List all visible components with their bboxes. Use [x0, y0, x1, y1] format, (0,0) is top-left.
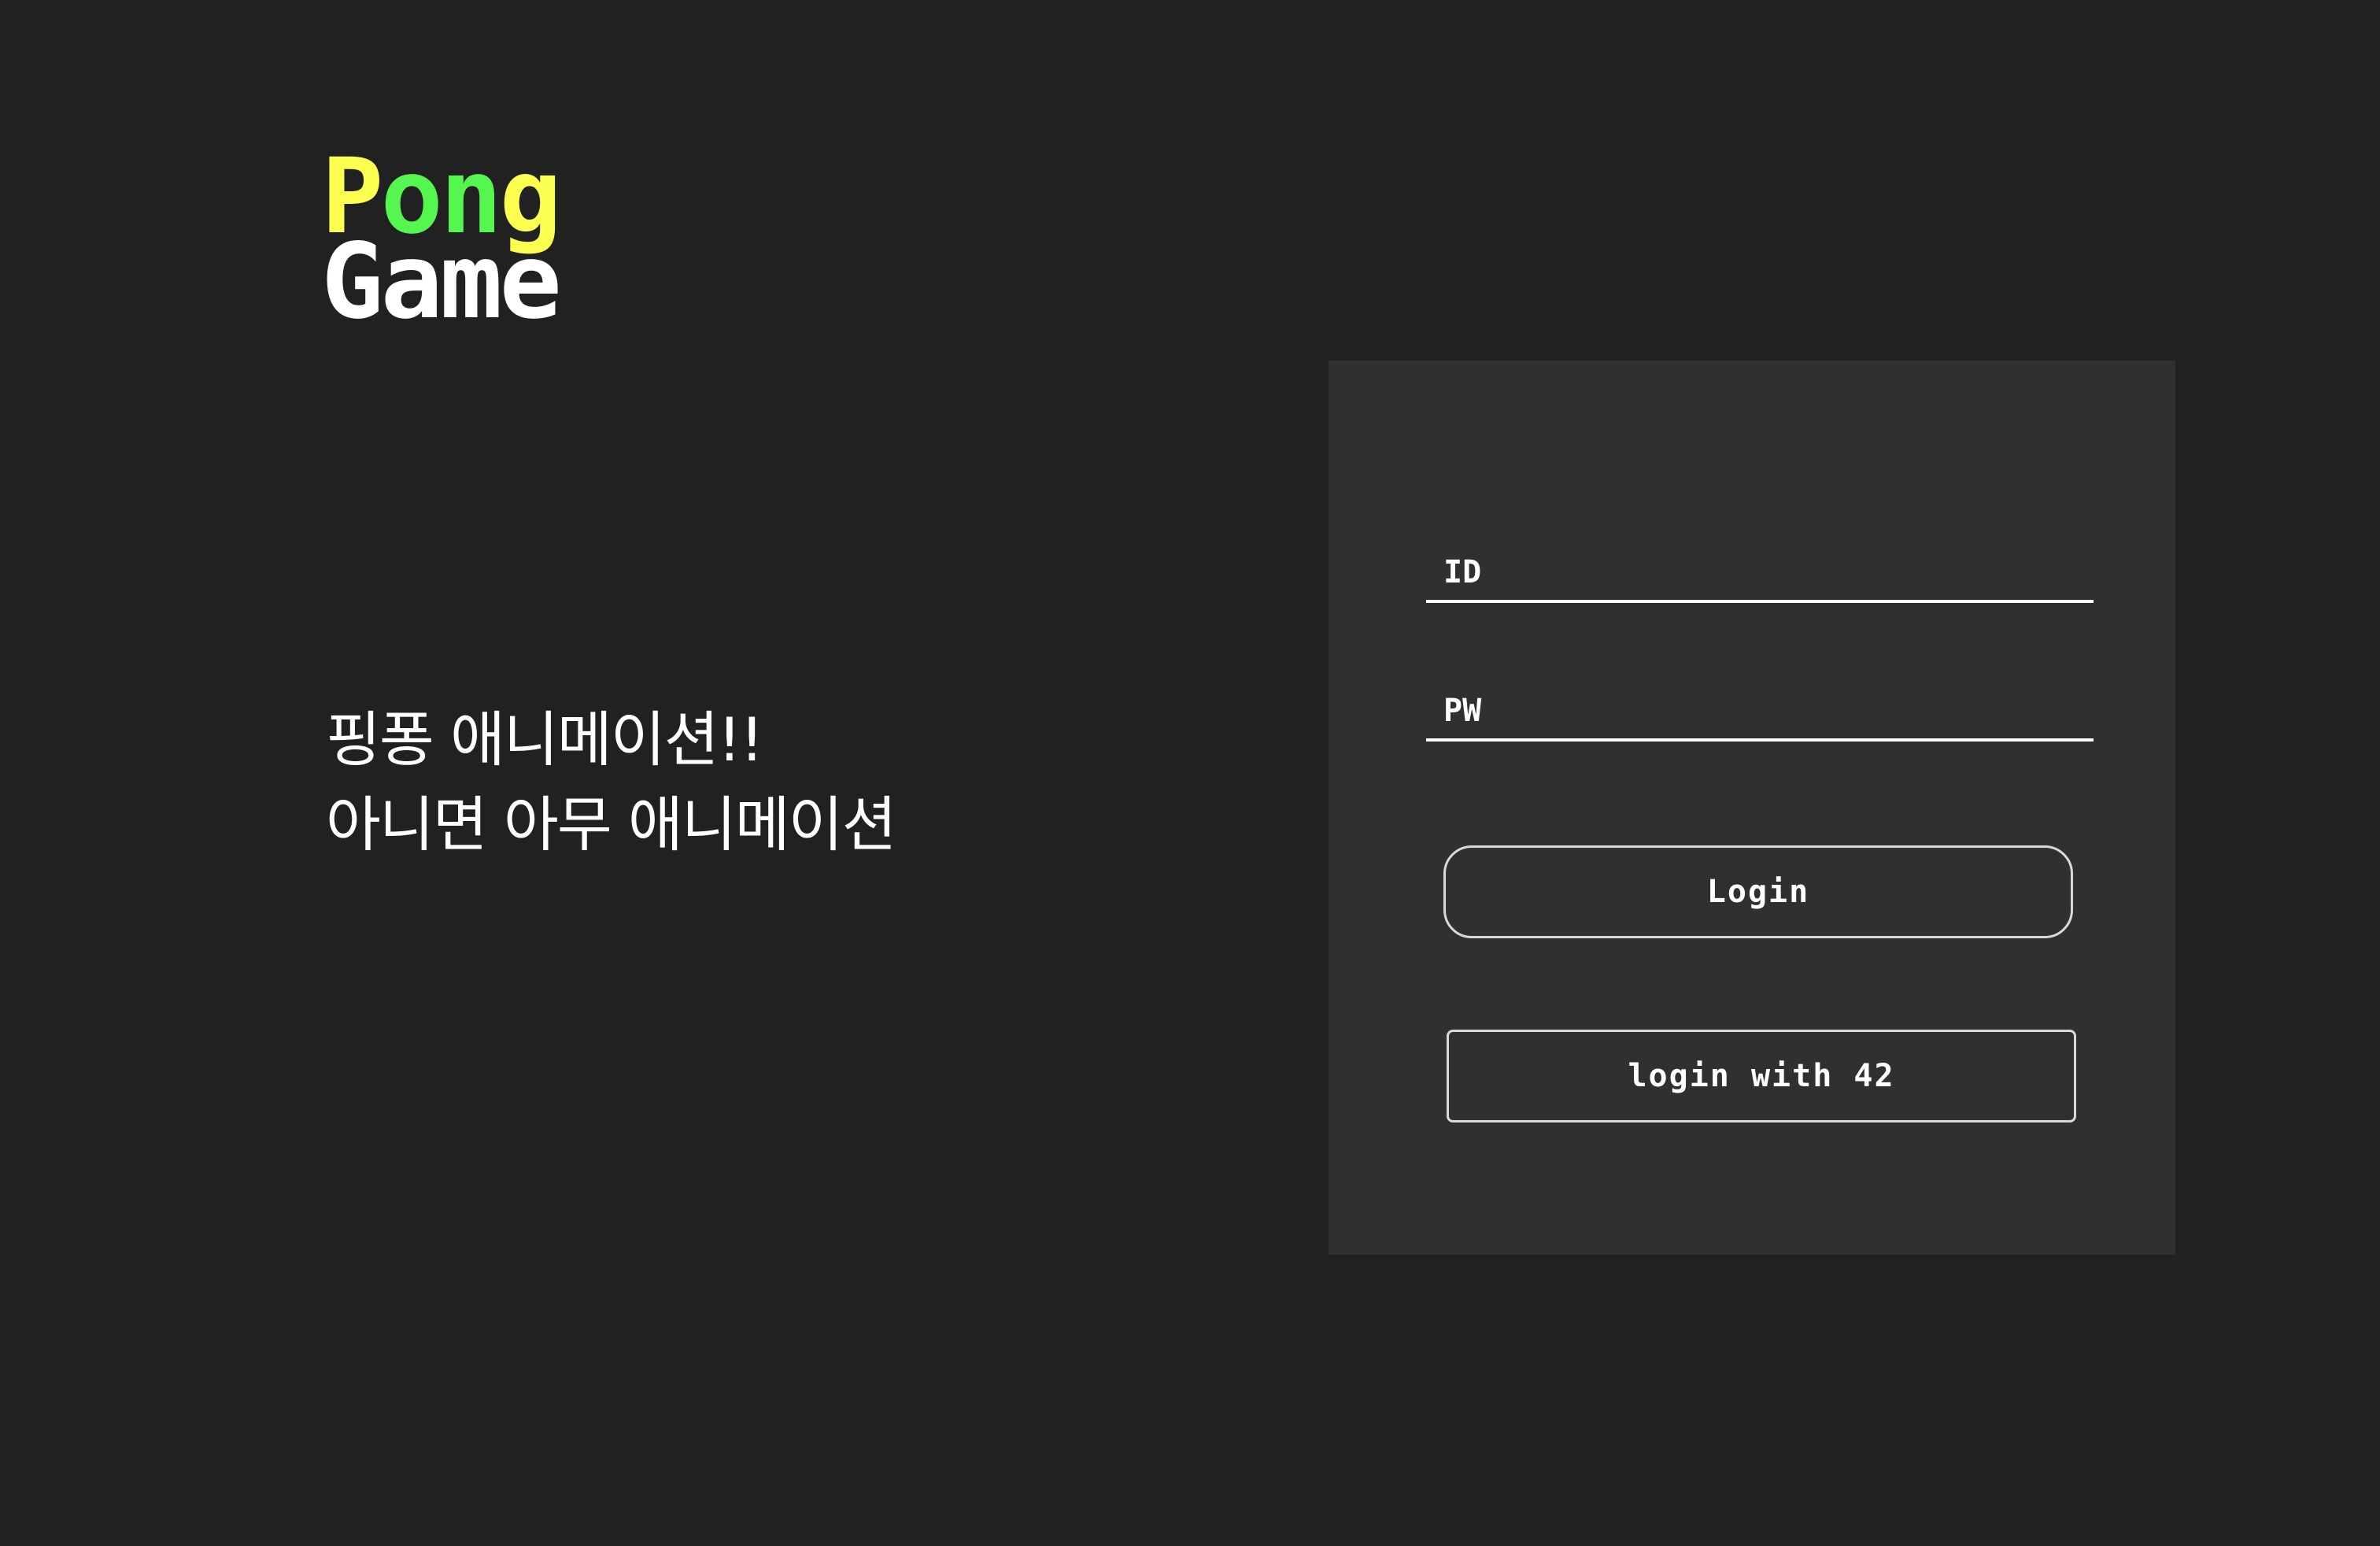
pw-field: [1426, 683, 2094, 742]
logo-letter: e: [499, 221, 562, 342]
logo-letter: m: [439, 221, 503, 342]
logo-line-game: Game: [321, 221, 667, 342]
id-input[interactable]: [1426, 545, 2094, 600]
id-field: [1426, 545, 2094, 603]
pong-game-logo: Pong Game: [321, 145, 667, 342]
pw-input[interactable]: [1426, 683, 2094, 738]
login-button[interactable]: Login: [1443, 845, 2073, 938]
animation-tagline: 핑퐁 애니메이션!! 아니면 아무 애니메이션: [326, 697, 1034, 867]
login-page: Pong Game 핑퐁 애니메이션!! 아니면 아무 애니메이션 Login …: [0, 0, 2380, 1546]
logo-letter: G: [321, 221, 384, 342]
logo-letter: a: [380, 221, 443, 342]
login-with-42-button[interactable]: login with 42: [1447, 1030, 2076, 1123]
tagline-line-2: 아니면 아무 애니메이션: [326, 790, 897, 860]
tagline-line-1: 핑퐁 애니메이션!!: [326, 705, 764, 775]
login-panel: Login login with 42: [1329, 361, 2175, 1255]
